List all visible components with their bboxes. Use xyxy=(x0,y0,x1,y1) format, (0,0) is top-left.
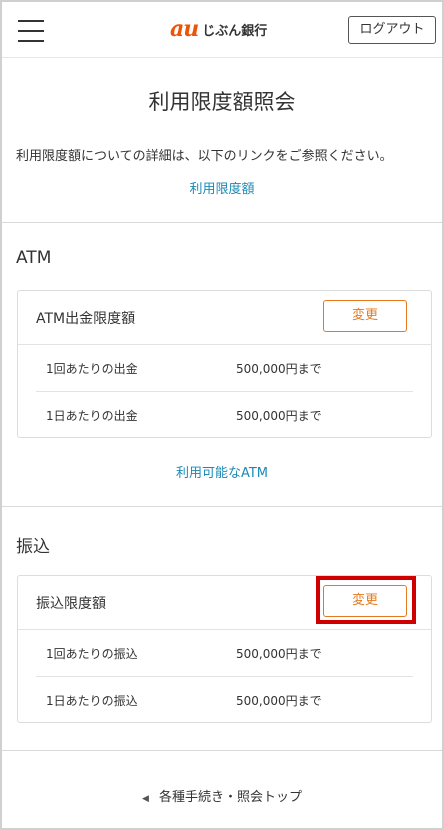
menu-icon[interactable] xyxy=(18,20,44,44)
atm-limit-card: ATM出金限度額 変更 1回あたりの出金 500,000円まで 1日あたりの出金… xyxy=(17,290,432,438)
logo-text: じぶん銀行 xyxy=(202,23,268,39)
atm-card-header: ATM出金限度額 変更 xyxy=(18,291,431,345)
atm-card-title: ATM出金限度額 xyxy=(36,311,136,327)
available-atm-link[interactable]: 利用可能なATM xyxy=(2,462,442,481)
transfer-card-title: 振込限度額 xyxy=(36,596,106,612)
logo-mark: au xyxy=(170,16,199,42)
divider xyxy=(2,222,442,223)
row-label: 1回あたりの振込 xyxy=(46,647,138,661)
limit-info-link[interactable]: 利用限度額 xyxy=(2,178,442,197)
back-to-top-link[interactable]: ◀ 各種手続き・照会トップ xyxy=(2,786,442,805)
back-link-label: 各種手続き・照会トップ xyxy=(158,790,302,805)
row-label: 1日あたりの振込 xyxy=(46,694,138,708)
row-value: 500,000円まで xyxy=(236,409,322,423)
divider xyxy=(2,506,442,507)
logout-button[interactable]: ログアウト xyxy=(348,16,436,44)
atm-change-button[interactable]: 変更 xyxy=(323,300,407,332)
header: au じぶん銀行 ログアウト xyxy=(2,2,442,58)
intro-text: 利用限度額についての詳細は、以下のリンクをご参照ください。 xyxy=(16,149,393,164)
row-label: 1回あたりの出金 xyxy=(46,362,138,376)
row-value: 500,000円まで xyxy=(236,647,322,661)
highlight-box xyxy=(316,576,416,624)
left-arrow-icon: ◀ xyxy=(142,794,149,804)
limit-row: 1回あたりの出金 500,000円まで xyxy=(36,345,413,391)
atm-section-title: ATM xyxy=(16,248,52,268)
row-value: 500,000円まで xyxy=(236,362,322,376)
divider xyxy=(2,750,442,751)
limit-row: 1日あたりの振込 500,000円まで xyxy=(36,676,413,722)
limit-row: 1回あたりの振込 500,000円まで xyxy=(36,630,413,676)
row-label: 1日あたりの出金 xyxy=(46,409,138,423)
limit-row: 1日あたりの出金 500,000円まで xyxy=(36,391,413,437)
app-frame: au じぶん銀行 ログアウト 利用限度額照会 利用限度額についての詳細は、以下の… xyxy=(0,0,444,830)
logo: au じぶん銀行 xyxy=(170,16,267,42)
page-title: 利用限度額照会 xyxy=(148,90,296,114)
row-value: 500,000円まで xyxy=(236,694,322,708)
transfer-section-title: 振込 xyxy=(16,537,50,557)
